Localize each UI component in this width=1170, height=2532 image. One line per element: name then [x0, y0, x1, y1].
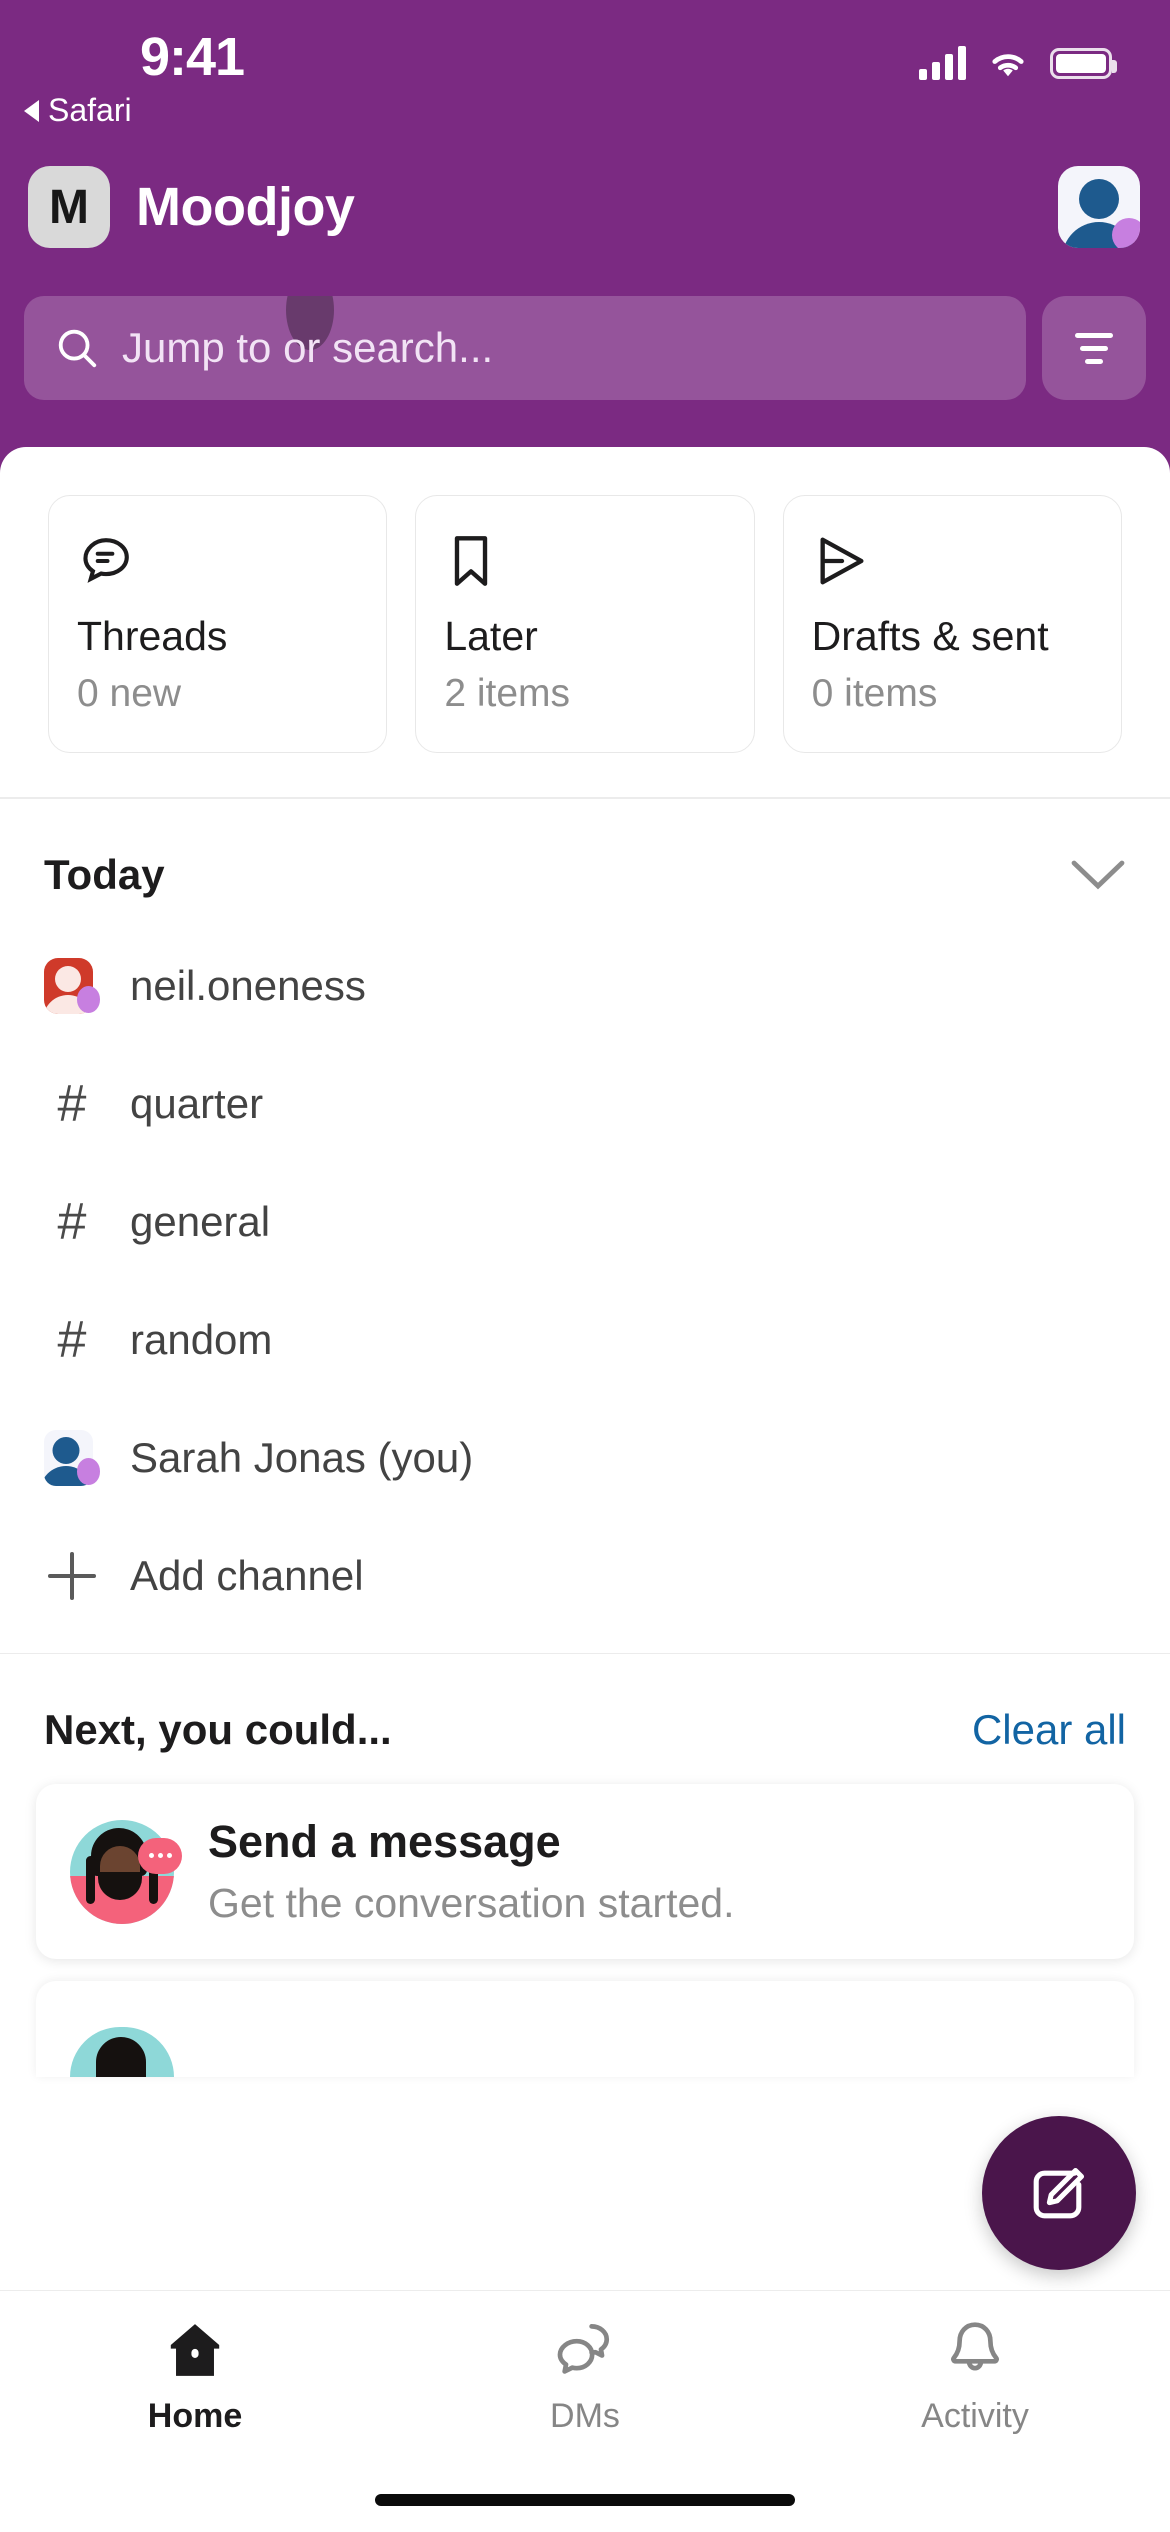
- list-item-label: Sarah Jonas (you): [130, 1433, 474, 1481]
- quick-card-subtitle: 2 items: [444, 672, 571, 715]
- suggestions-title: Next, you could...: [44, 1706, 392, 1753]
- avatar: [70, 2027, 174, 2077]
- today-section-header[interactable]: Today: [0, 799, 1170, 927]
- chevron-down-icon[interactable]: [1070, 858, 1126, 892]
- presence-indicator: [76, 1458, 100, 1485]
- quick-cards: Threads 0 new Later 2 items Drafts & sen…: [0, 447, 1170, 797]
- compose-button[interactable]: [982, 2116, 1136, 2270]
- list-item[interactable]: # quarter: [0, 1045, 1170, 1163]
- phone-screen: 9:41 Safari M Moodjoy Jump to or search.…: [0, 0, 1170, 2532]
- suggestion-card-send-message[interactable]: Send a message Get the conversation star…: [36, 1784, 1134, 1959]
- bottom-tab-bar: Home DMs Activity: [0, 2290, 1170, 2532]
- tab-label: DMs: [550, 2397, 620, 2435]
- compose-icon: [1033, 2167, 1085, 2219]
- status-bar: 9:41 Safari: [0, 0, 1170, 150]
- avatar[interactable]: [1058, 166, 1140, 248]
- workspace-logo[interactable]: M: [28, 166, 110, 248]
- workspace-header: M Moodjoy: [0, 152, 1170, 262]
- activity-icon: [951, 2322, 999, 2371]
- presence-indicator: [76, 986, 100, 1013]
- bookmark-icon: [444, 532, 725, 599]
- suggestions-header: Next, you could... Clear all: [0, 1654, 1170, 1784]
- search-row: Jump to or search...: [0, 288, 1170, 408]
- quick-card-title: Later: [444, 613, 538, 659]
- list-item[interactable]: # random: [0, 1281, 1170, 1399]
- tab-label: Home: [147, 2397, 243, 2435]
- dms-icon: [557, 2324, 610, 2374]
- hash-icon: #: [57, 1074, 87, 1133]
- cellular-signal-icon: [919, 46, 966, 80]
- add-channel-button[interactable]: Add channel: [0, 1517, 1170, 1635]
- status-bar-icons: [919, 46, 1117, 80]
- tab-activity[interactable]: Activity: [780, 2317, 1170, 2436]
- search-input[interactable]: Jump to or search...: [24, 296, 1026, 400]
- tab-dms[interactable]: DMs: [390, 2317, 780, 2436]
- quick-card-title: Drafts & sent: [811, 613, 1049, 659]
- quick-card-subtitle: 0 new: [77, 672, 182, 715]
- home-indicator: [375, 2494, 795, 2506]
- list-item[interactable]: Sarah Jonas (you): [0, 1399, 1170, 1517]
- wifi-icon: [992, 54, 1024, 77]
- send-icon: [812, 532, 1093, 599]
- hash-icon: #: [57, 1310, 87, 1369]
- list-item[interactable]: # general: [0, 1163, 1170, 1281]
- list-item-label: quarter: [130, 1079, 264, 1127]
- add-channel-label: Add channel: [130, 1551, 364, 1599]
- suggestion-card-next[interactable]: [36, 1981, 1134, 2077]
- hash-icon: #: [57, 1192, 87, 1251]
- suggestion-subtitle: Get the conversation started.: [208, 1880, 735, 1926]
- workspace-name[interactable]: Moodjoy: [136, 176, 355, 238]
- avatar-sarah: [44, 1429, 100, 1486]
- list-item-label: random: [130, 1315, 273, 1363]
- tab-label: Activity: [921, 2397, 1029, 2435]
- quick-card-threads[interactable]: Threads 0 new: [48, 495, 388, 753]
- list-item-label: general: [130, 1197, 271, 1245]
- today-title: Today: [44, 850, 165, 898]
- list-item-label: neil.oneness: [130, 961, 366, 1009]
- battery-icon: [1050, 47, 1117, 79]
- avatar-neil: [44, 957, 100, 1014]
- tab-home[interactable]: Home: [0, 2317, 390, 2436]
- quick-card-subtitle: 0 items: [811, 672, 938, 715]
- person-with-chat-bubble-illustration: [70, 1819, 182, 1924]
- quick-card-later[interactable]: Later 2 items: [415, 495, 755, 753]
- avatar-head: [1079, 179, 1119, 219]
- back-arrow-icon: [24, 99, 39, 122]
- back-label: Safari: [48, 92, 132, 128]
- quick-card-title: Threads: [77, 613, 228, 659]
- search-icon: [58, 329, 97, 368]
- status-bar-time: 9:41: [140, 27, 245, 87]
- filter-icon[interactable]: [1042, 296, 1146, 400]
- presence-indicator: [1112, 218, 1140, 248]
- suggestion-title: Send a message: [208, 1816, 561, 1867]
- list-item[interactable]: neil.oneness: [0, 927, 1170, 1045]
- clear-all-button[interactable]: Clear all: [972, 1706, 1126, 1754]
- search-placeholder: Jump to or search...: [122, 324, 494, 371]
- back-to-safari-link[interactable]: Safari: [24, 92, 132, 129]
- quick-card-drafts-sent[interactable]: Drafts & sent 0 items: [782, 495, 1122, 753]
- threads-icon: [77, 532, 358, 599]
- home-icon: [170, 2324, 220, 2376]
- today-list: neil.oneness # quarter # general # rando…: [0, 927, 1170, 1653]
- plus-icon: [44, 1551, 100, 1600]
